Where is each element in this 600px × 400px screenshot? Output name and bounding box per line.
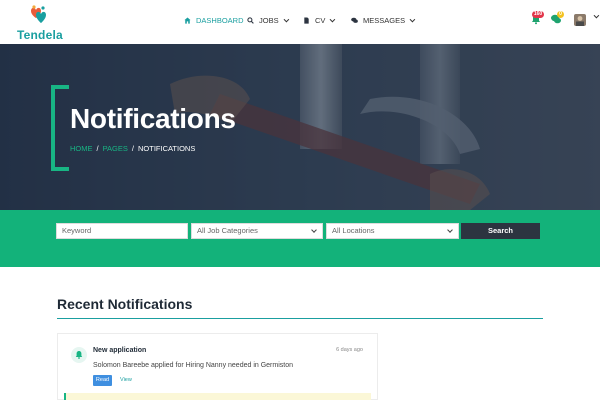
notification-text: Solomon Bareebe applied for Hiring Nanny…	[93, 362, 294, 369]
chevron-down-icon	[447, 227, 453, 233]
notification-time: 6 days ago	[336, 347, 363, 353]
user-menu[interactable]	[574, 12, 600, 31]
location-select[interactable]: All Locations	[326, 223, 459, 239]
notification-bell-icon	[71, 347, 87, 363]
breadcrumb-home[interactable]: HOME	[70, 144, 93, 153]
page-banner: Notifications HOME / PAGES / NOTIFICATIONS	[0, 44, 600, 210]
location-selected-value: All Locations	[332, 226, 375, 235]
job-search-bar: Keyword All Job Categories All Locations…	[0, 210, 600, 267]
notifications-button[interactable]: 160	[530, 11, 544, 30]
logo-hearts-icon	[31, 5, 46, 23]
brand-name: Tendela	[17, 28, 63, 42]
view-link[interactable]: View	[120, 375, 132, 386]
chat-icon	[351, 17, 358, 23]
nav-messages-label: MESSAGES	[363, 16, 406, 25]
breadcrumb-pages[interactable]: PAGES	[103, 144, 128, 153]
nav-dashboard-label: DASHBOARD	[196, 16, 244, 25]
section-divider	[57, 318, 543, 319]
chevron-down-icon	[311, 227, 317, 233]
nav-jobs-label: JOBS	[259, 16, 279, 25]
category-select[interactable]: All Job Categories	[191, 223, 323, 239]
notifications-card: New application 6 days ago Solomon Baree…	[57, 333, 378, 400]
title-frame-accent	[51, 85, 69, 171]
nav-dashboard[interactable]: DASHBOARD	[184, 16, 244, 25]
notification-item[interactable]: New application 6 days ago Solomon Baree…	[58, 334, 377, 392]
avatar	[574, 14, 586, 26]
notification-item-highlighted[interactable]	[64, 393, 371, 400]
nav-messages[interactable]: MESSAGES	[351, 16, 416, 25]
nav-cv-label: CV	[315, 16, 326, 25]
top-header: Tendela DASHBOARD JOBS CV MESSAGES 160 0	[0, 0, 600, 44]
category-selected-value: All Job Categories	[197, 226, 258, 235]
messages-count-badge: 0	[557, 11, 564, 18]
search-button[interactable]: Search	[461, 223, 540, 239]
keyword-input[interactable]: Keyword	[56, 223, 188, 239]
chevron-down-icon	[283, 16, 289, 22]
keyword-placeholder: Keyword	[62, 226, 92, 235]
breadcrumb: HOME / PAGES / NOTIFICATIONS	[70, 144, 196, 153]
chevron-down-icon	[409, 16, 416, 22]
notification-title: New application	[93, 347, 147, 354]
brand-logo[interactable]: Tendela	[17, 5, 63, 42]
page-title: Notifications	[70, 103, 236, 134]
breadcrumb-current: NOTIFICATIONS	[137, 144, 196, 153]
read-button[interactable]: Read	[93, 375, 112, 386]
search-icon	[247, 17, 254, 24]
nav-jobs[interactable]: JOBS	[247, 16, 289, 25]
notifications-count-badge: 160	[532, 11, 544, 18]
document-icon	[304, 17, 309, 24]
messages-button[interactable]: 0	[550, 11, 564, 30]
nav-cv[interactable]: CV	[303, 16, 336, 25]
section-title: Recent Notifications	[57, 296, 193, 312]
home-icon	[184, 17, 191, 24]
chevron-down-icon	[330, 16, 336, 22]
